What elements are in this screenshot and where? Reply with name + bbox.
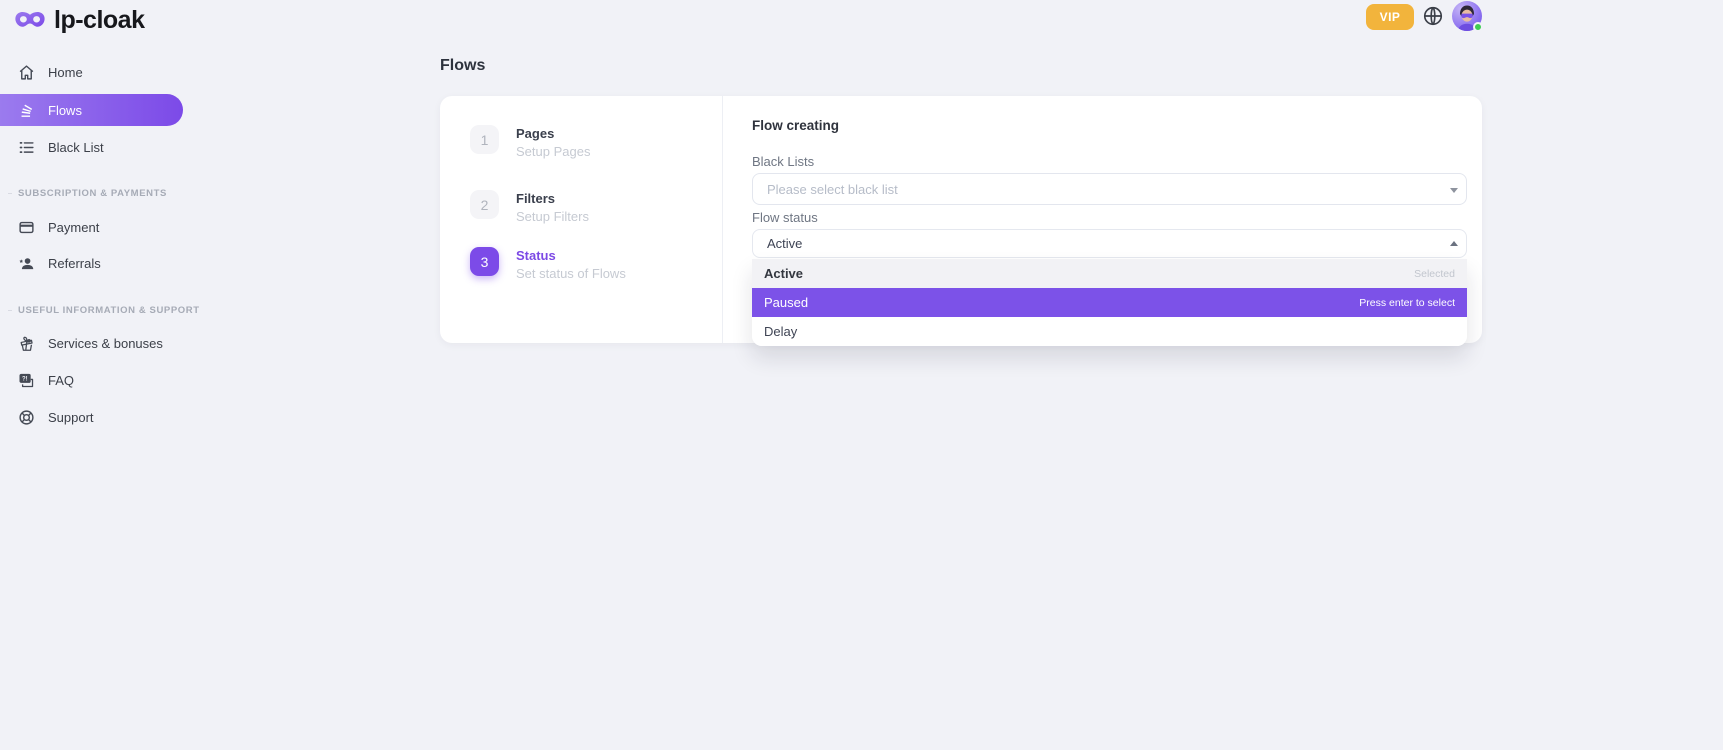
svg-text:?!: ?! xyxy=(22,376,28,382)
step-filters[interactable]: 2 Filters Setup Filters xyxy=(470,190,589,224)
option-active[interactable]: Active Selected xyxy=(752,259,1467,288)
sidebar-item-label: Payment xyxy=(48,220,99,235)
flow-status-select[interactable]: Active xyxy=(752,229,1467,258)
sidebar-item-label: Home xyxy=(48,65,83,80)
sidebar-item-label: Referrals xyxy=(48,256,101,271)
sidebar-item-support[interactable]: Support xyxy=(0,400,183,434)
flow-status-value: Active xyxy=(767,236,802,251)
online-status-dot xyxy=(1473,22,1483,32)
sidebar-item-home[interactable]: Home xyxy=(0,55,183,89)
sidebar-item-payment[interactable]: Payment xyxy=(0,210,183,244)
page-title: Flows xyxy=(440,57,485,75)
step-number: 1 xyxy=(470,125,499,154)
vip-button[interactable]: VIP xyxy=(1366,4,1414,30)
app-screen: lp-cloak VIP Home xyxy=(0,0,1723,750)
flow-status-dropdown: Active Selected Paused Press enter to se… xyxy=(752,259,1467,346)
flows-icon xyxy=(18,102,35,119)
payment-icon xyxy=(18,219,35,236)
black-lists-select-input[interactable] xyxy=(752,173,1467,205)
sidebar-section-title: USEFUL INFORMATION & SUPPORT xyxy=(0,300,183,320)
option-delay[interactable]: Delay xyxy=(752,317,1467,346)
logo-text: lp-cloak xyxy=(54,6,144,35)
sidebar-section-title: SUBSCRIPTION & PAYMENTS xyxy=(0,183,183,203)
globe-icon[interactable] xyxy=(1422,5,1444,27)
option-hint: Press enter to select xyxy=(1359,297,1455,309)
app-logo[interactable]: lp-cloak xyxy=(14,6,144,35)
gift-icon xyxy=(18,335,35,352)
step-subtitle: Setup Filters xyxy=(516,209,589,224)
black-list-icon xyxy=(18,139,35,156)
step-subtitle: Set status of Flows xyxy=(516,266,626,281)
user-avatar[interactable] xyxy=(1452,1,1482,31)
flow-status-label: Flow status xyxy=(752,210,818,225)
sidebar-item-label: Flows xyxy=(48,103,82,118)
referrals-icon xyxy=(18,255,35,272)
step-number: 3 xyxy=(470,247,499,276)
sidebar-item-faq[interactable]: ?! FAQ xyxy=(0,363,183,397)
step-title: Filters xyxy=(516,190,589,206)
step-status[interactable]: 3 Status Set status of Flows xyxy=(470,247,626,281)
sidebar-item-label: FAQ xyxy=(48,373,74,388)
flow-creating-card: 1 Pages Setup Pages 2 Filters Setup Filt… xyxy=(440,96,1482,343)
sidebar-item-label: Services & bonuses xyxy=(48,336,163,351)
faq-icon: ?! xyxy=(18,372,35,389)
support-icon xyxy=(18,409,35,426)
step-pages[interactable]: 1 Pages Setup Pages xyxy=(470,125,590,159)
option-label: Delay xyxy=(764,324,797,339)
sidebar-item-black-list[interactable]: Black List xyxy=(0,130,183,164)
option-hint: Selected xyxy=(1414,268,1455,280)
option-label: Paused xyxy=(764,295,808,310)
stepper-panel: 1 Pages Setup Pages 2 Filters Setup Filt… xyxy=(440,96,723,343)
form-title: Flow creating xyxy=(752,118,839,133)
option-paused[interactable]: Paused Press enter to select xyxy=(752,288,1467,317)
step-number: 2 xyxy=(470,190,499,219)
sidebar-item-label: Black List xyxy=(48,140,104,155)
sidebar-item-flows[interactable]: Flows xyxy=(0,94,183,126)
black-lists-label: Black Lists xyxy=(752,154,814,169)
sidebar-item-referrals[interactable]: Referrals xyxy=(0,246,183,280)
home-icon xyxy=(18,64,35,81)
sidebar-item-label: Support xyxy=(48,410,94,425)
step-subtitle: Setup Pages xyxy=(516,144,590,159)
option-label: Active xyxy=(764,266,803,281)
sidebar-item-services-bonuses[interactable]: Services & bonuses xyxy=(0,326,183,360)
step-title: Status xyxy=(516,247,626,263)
step-title: Pages xyxy=(516,125,590,141)
mask-icon xyxy=(14,10,46,31)
